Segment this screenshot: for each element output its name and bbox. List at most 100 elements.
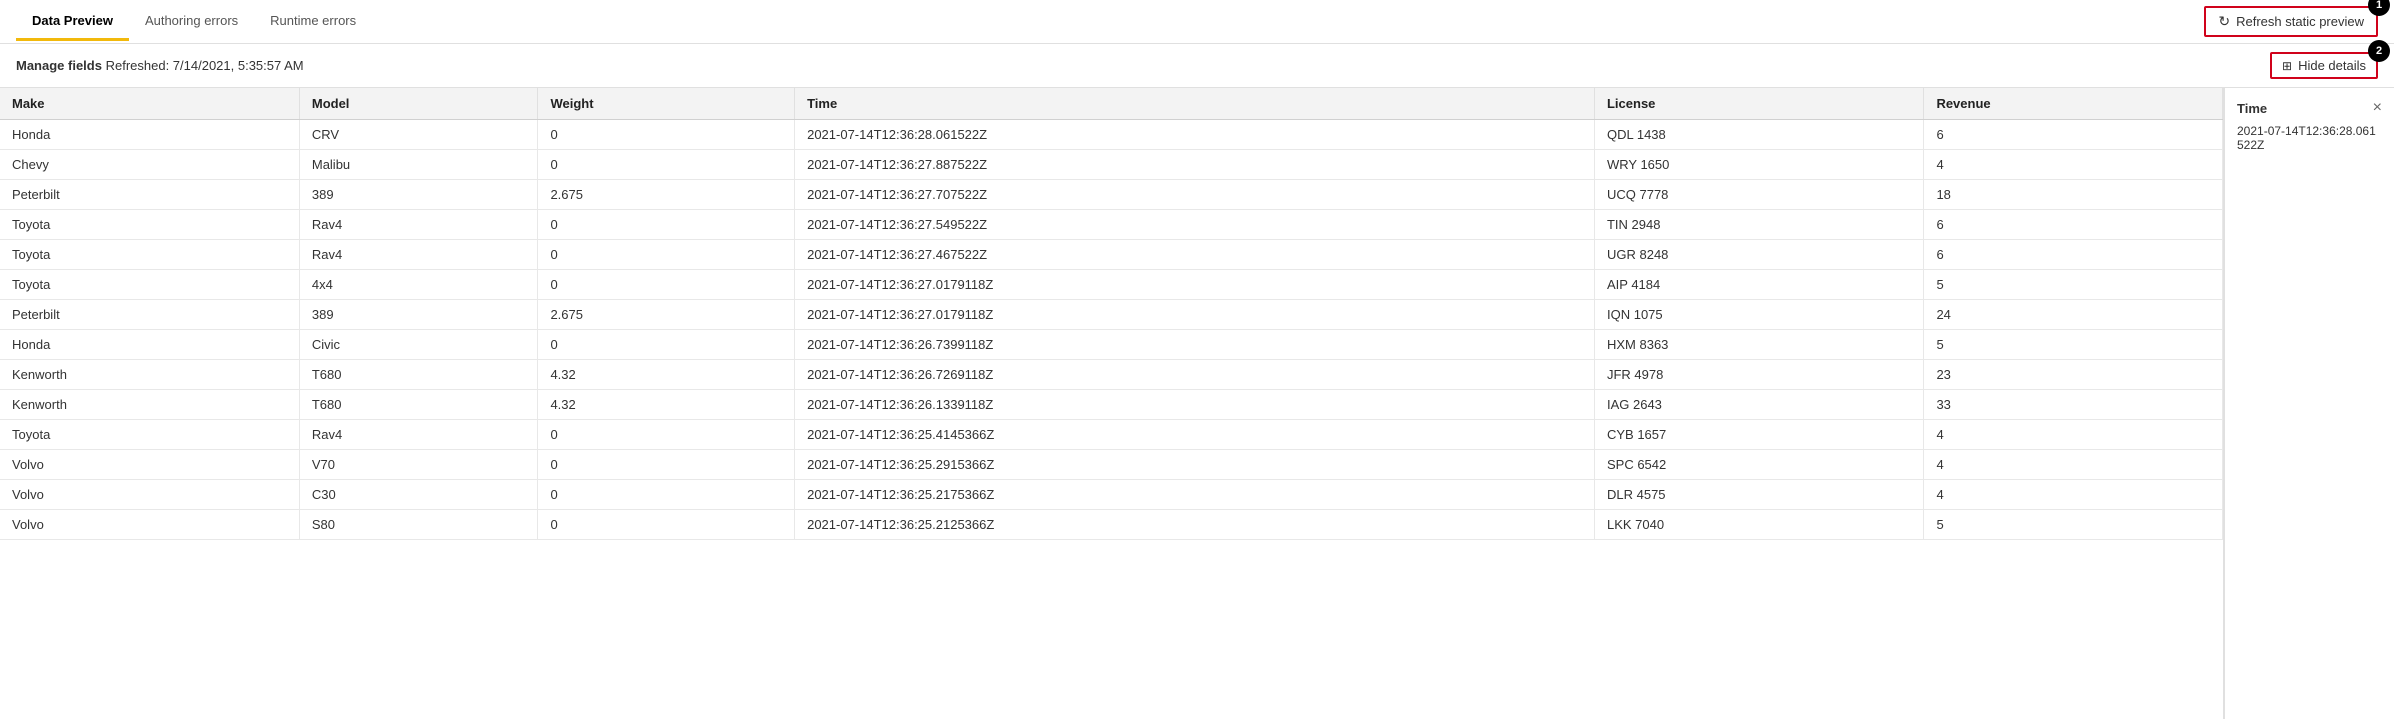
table-cell-license: IAG 2643 [1594, 390, 1923, 420]
table-cell-time: 2021-07-14T12:36:25.2125366Z [795, 510, 1595, 540]
table-cell-make: Toyota [0, 270, 299, 300]
table-cell-time: 2021-07-14T12:36:25.2175366Z [795, 480, 1595, 510]
table-cell-revenue: 5 [1924, 270, 2223, 300]
col-license: License [1594, 88, 1923, 120]
table-cell-time: 2021-07-14T12:36:26.7399118Z [795, 330, 1595, 360]
table-cell-model: C30 [299, 480, 538, 510]
table-cell-revenue: 24 [1924, 300, 2223, 330]
side-panel-value: 2021-07-14T12:36:28.061522Z [2237, 124, 2382, 152]
table-cell-weight: 2.675 [538, 300, 795, 330]
table-cell-model: S80 [299, 510, 538, 540]
table-cell-revenue: 5 [1924, 330, 2223, 360]
table-cell-make: Toyota [0, 240, 299, 270]
table-cell-make: Honda [0, 330, 299, 360]
col-weight: Weight [538, 88, 795, 120]
table-cell-make: Chevy [0, 150, 299, 180]
table-cell-make: Kenworth [0, 360, 299, 390]
sub-header: Manage fields Refreshed: 7/14/2021, 5:35… [0, 44, 2394, 88]
table-cell-license: LKK 7040 [1594, 510, 1923, 540]
table-body: HondaCRV02021-07-14T12:36:28.061522ZQDL … [0, 120, 2223, 540]
manage-fields-label: Manage fields [16, 58, 102, 73]
tab-data-preview[interactable]: Data Preview [16, 3, 129, 41]
table-cell-time: 2021-07-14T12:36:27.707522Z [795, 180, 1595, 210]
table-cell-license: UGR 8248 [1594, 240, 1923, 270]
table-cell-model: CRV [299, 120, 538, 150]
table-cell-weight: 0 [538, 420, 795, 450]
table-cell-weight: 0 [538, 150, 795, 180]
table-row[interactable]: ToyotaRav402021-07-14T12:36:27.467522ZUG… [0, 240, 2223, 270]
table-cell-time: 2021-07-14T12:36:27.0179118Z [795, 300, 1595, 330]
table-cell-time: 2021-07-14T12:36:27.887522Z [795, 150, 1595, 180]
col-time: Time [795, 88, 1595, 120]
table-cell-revenue: 23 [1924, 360, 2223, 390]
table-cell-make: Kenworth [0, 390, 299, 420]
close-icon[interactable]: × [2373, 100, 2382, 116]
hide-details-button[interactable]: ⊞ Hide details [2270, 52, 2378, 79]
table-cell-model: T680 [299, 390, 538, 420]
table-cell-time: 2021-07-14T12:36:26.7269118Z [795, 360, 1595, 390]
callout-badge-1: 1 [2368, 0, 2390, 16]
refresh-icon: ↻ [2218, 13, 2230, 30]
table-cell-revenue: 4 [1924, 480, 2223, 510]
table-row[interactable]: Toyota4x402021-07-14T12:36:27.0179118ZAI… [0, 270, 2223, 300]
table-row[interactable]: HondaCRV02021-07-14T12:36:28.061522ZQDL … [0, 120, 2223, 150]
table-cell-revenue: 6 [1924, 240, 2223, 270]
table-cell-revenue: 4 [1924, 450, 2223, 480]
table-cell-weight: 2.675 [538, 180, 795, 210]
table-row[interactable]: ToyotaRav402021-07-14T12:36:27.549522ZTI… [0, 210, 2223, 240]
col-model: Model [299, 88, 538, 120]
table-cell-revenue: 4 [1924, 420, 2223, 450]
hide-details-label: Hide details [2298, 58, 2366, 73]
data-table: Make Model Weight Time License Revenue H… [0, 88, 2223, 540]
refresh-static-preview-button[interactable]: ↻ Refresh static preview [2204, 6, 2378, 37]
table-row[interactable]: KenworthT6804.322021-07-14T12:36:26.1339… [0, 390, 2223, 420]
table-cell-license: SPC 6542 [1594, 450, 1923, 480]
tab-runtime-errors[interactable]: Runtime errors [254, 3, 372, 41]
table-cell-weight: 0 [538, 120, 795, 150]
table-row[interactable]: Peterbilt3892.6752021-07-14T12:36:27.017… [0, 300, 2223, 330]
refreshed-value: Refreshed: 7/14/2021, 5:35:57 AM [106, 58, 304, 73]
table-cell-weight: 0 [538, 510, 795, 540]
table-cell-weight: 0 [538, 480, 795, 510]
callout-badge-2: 2 [2368, 40, 2390, 62]
table-cell-license: DLR 4575 [1594, 480, 1923, 510]
table-cell-time: 2021-07-14T12:36:28.061522Z [795, 120, 1595, 150]
table-row[interactable]: VolvoC3002021-07-14T12:36:25.2175366ZDLR… [0, 480, 2223, 510]
table-cell-revenue: 5 [1924, 510, 2223, 540]
table-header: Make Model Weight Time License Revenue [0, 88, 2223, 120]
table-cell-license: WRY 1650 [1594, 150, 1923, 180]
main-content: Make Model Weight Time License Revenue H… [0, 88, 2394, 719]
table-row[interactable]: HondaCivic02021-07-14T12:36:26.7399118ZH… [0, 330, 2223, 360]
table-cell-model: V70 [299, 450, 538, 480]
table-row[interactable]: ChevyMalibu02021-07-14T12:36:27.887522ZW… [0, 150, 2223, 180]
side-panel-title: Time [2237, 101, 2267, 116]
table-row[interactable]: KenworthT6804.322021-07-14T12:36:26.7269… [0, 360, 2223, 390]
tab-authoring-errors[interactable]: Authoring errors [129, 3, 254, 41]
table-cell-time: 2021-07-14T12:36:27.467522Z [795, 240, 1595, 270]
table-cell-revenue: 18 [1924, 180, 2223, 210]
table-cell-time: 2021-07-14T12:36:25.2915366Z [795, 450, 1595, 480]
table-cell-license: UCQ 7778 [1594, 180, 1923, 210]
table-cell-license: HXM 8363 [1594, 330, 1923, 360]
data-table-container[interactable]: Make Model Weight Time License Revenue H… [0, 88, 2224, 719]
table-cell-time: 2021-07-14T12:36:25.4145366Z [795, 420, 1595, 450]
table-cell-weight: 0 [538, 330, 795, 360]
table-cell-revenue: 4 [1924, 150, 2223, 180]
table-row[interactable]: VolvoV7002021-07-14T12:36:25.2915366ZSPC… [0, 450, 2223, 480]
badge-1: 1 [2368, 0, 2390, 16]
table-row[interactable]: VolvoS8002021-07-14T12:36:25.2125366ZLKK… [0, 510, 2223, 540]
table-row[interactable]: ToyotaRav402021-07-14T12:36:25.4145366ZC… [0, 420, 2223, 450]
table-cell-make: Honda [0, 120, 299, 150]
table-cell-model: 4x4 [299, 270, 538, 300]
table-cell-revenue: 6 [1924, 210, 2223, 240]
table-cell-make: Volvo [0, 450, 299, 480]
table-cell-model: 389 [299, 300, 538, 330]
table-cell-revenue: 33 [1924, 390, 2223, 420]
side-panel-header: Time × [2237, 100, 2382, 116]
refresh-button-wrapper: ↻ Refresh static preview 1 [2204, 6, 2378, 37]
table-cell-license: QDL 1438 [1594, 120, 1923, 150]
table-cell-model: Rav4 [299, 210, 538, 240]
table-cell-make: Peterbilt [0, 300, 299, 330]
table-row[interactable]: Peterbilt3892.6752021-07-14T12:36:27.707… [0, 180, 2223, 210]
table-cell-model: Malibu [299, 150, 538, 180]
